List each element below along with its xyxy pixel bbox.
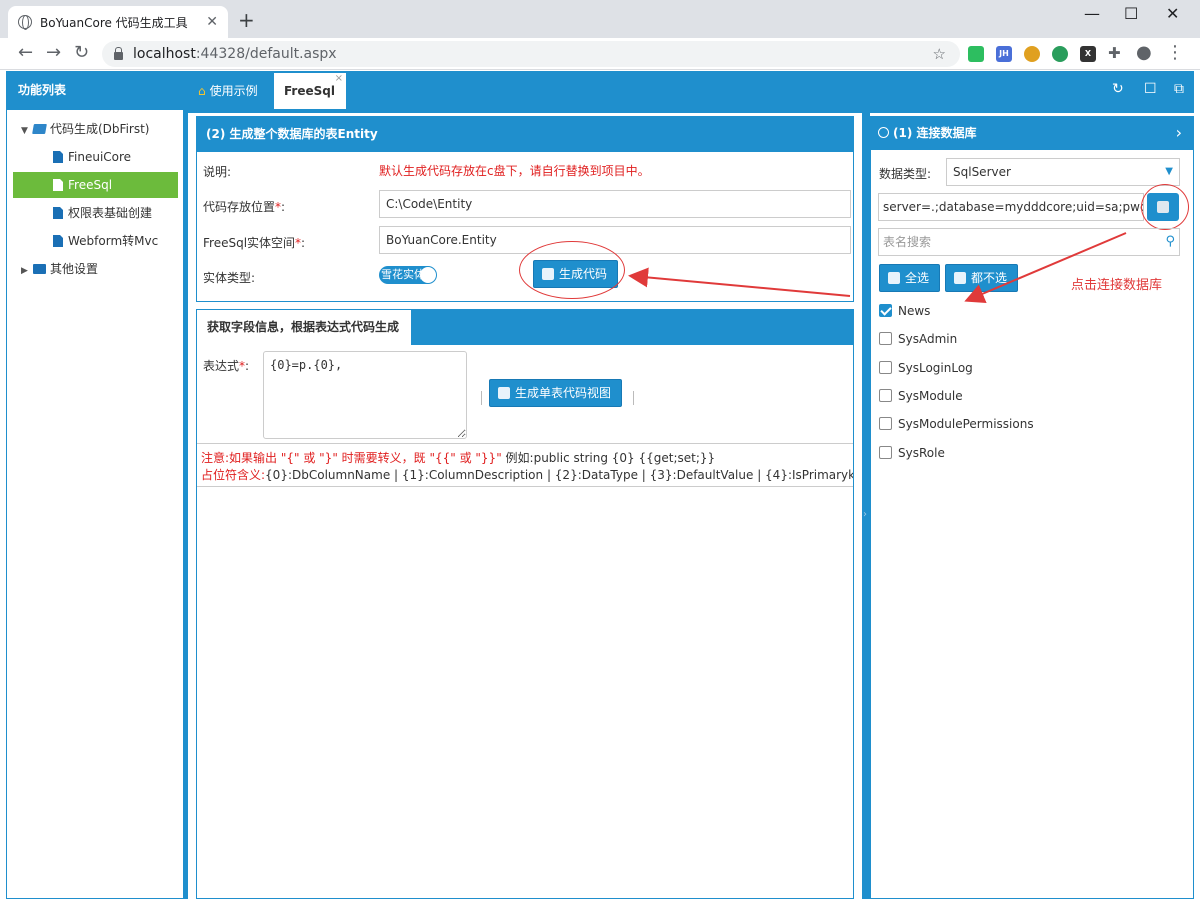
arrow-to-generate-button <box>628 267 851 297</box>
arrow-from-connect-button <box>964 232 1127 303</box>
annotation-arrows <box>628 232 1127 303</box>
